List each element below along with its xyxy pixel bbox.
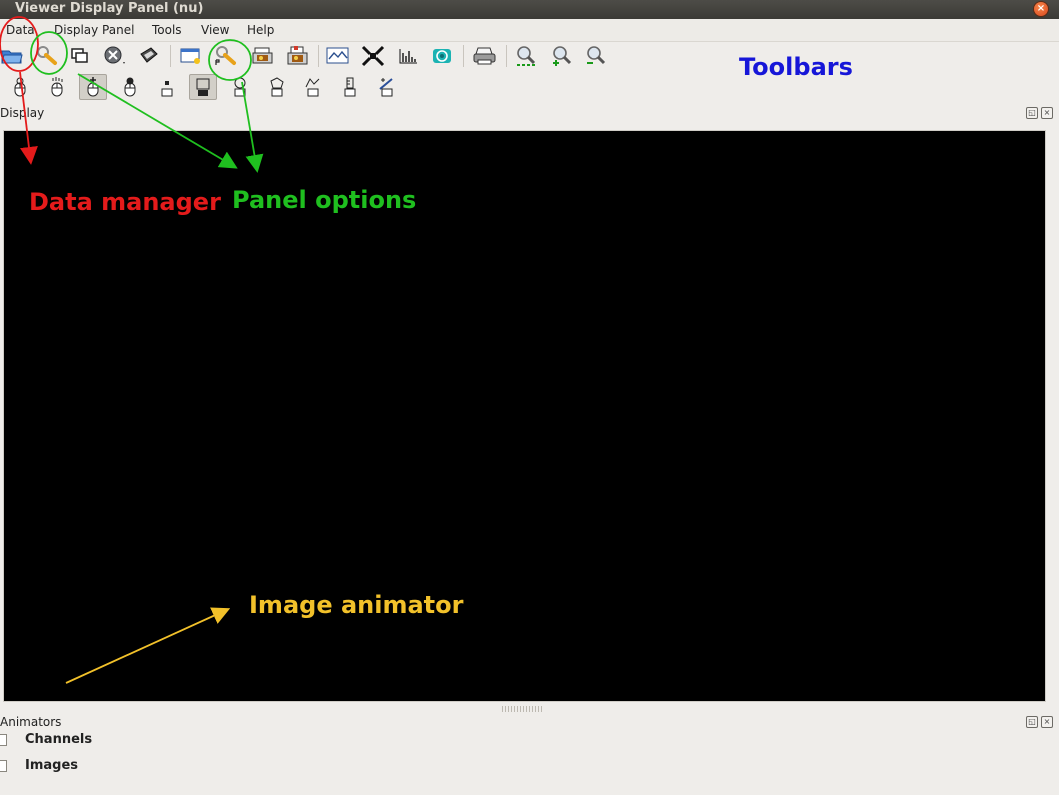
animators-dock-label: Animators bbox=[0, 715, 62, 729]
animators-dock-buttons: ◱ × bbox=[1026, 716, 1053, 728]
animators-dock-title: Animators ◱ × bbox=[0, 713, 1059, 731]
float-dock-icon[interactable]: ◱ bbox=[1026, 716, 1038, 728]
data-options-button[interactable] bbox=[33, 43, 61, 69]
save-button[interactable] bbox=[135, 43, 163, 69]
menu-bar: Data Display Panel Tools View Help bbox=[0, 19, 1059, 42]
mouse-ellipse-icon bbox=[234, 77, 246, 97]
print-button[interactable] bbox=[471, 43, 499, 69]
mouse-zoom-icon bbox=[14, 77, 26, 97]
open-data-manager-button[interactable] bbox=[0, 43, 26, 69]
menu-tools[interactable]: Tools bbox=[152, 23, 182, 37]
zoom-fit-icon bbox=[517, 46, 537, 66]
annotation-toolbars: Toolbars bbox=[739, 53, 853, 81]
new-panel-button[interactable] bbox=[66, 43, 94, 69]
tool-rectangle-button[interactable] bbox=[189, 74, 217, 100]
zoom-fit-button[interactable] bbox=[513, 43, 541, 69]
tool-positioner-button[interactable] bbox=[373, 74, 401, 100]
histogram-icon bbox=[399, 49, 417, 64]
tool-zoom-button[interactable] bbox=[6, 74, 34, 100]
images-checkbox[interactable] bbox=[0, 760, 7, 772]
toolbar-separator bbox=[463, 45, 464, 67]
channels-checkbox[interactable] bbox=[0, 734, 7, 746]
print-image-button[interactable] bbox=[249, 43, 277, 69]
tool-polygon-button[interactable] bbox=[263, 74, 291, 100]
close-icon: × bbox=[1036, 3, 1046, 14]
zoom-in-icon bbox=[553, 46, 572, 66]
annotation-image-animator: Image animator bbox=[249, 591, 464, 619]
image-export-icon bbox=[287, 46, 308, 65]
annotation-data-manager: Data manager bbox=[29, 188, 221, 216]
tool-pan-button[interactable] bbox=[43, 74, 71, 100]
mouse-rectangle-icon bbox=[196, 78, 210, 96]
tool-polyline-button[interactable] bbox=[299, 74, 327, 100]
target-button[interactable] bbox=[428, 43, 456, 69]
profile-button[interactable] bbox=[324, 43, 352, 69]
mouse-pan-icon bbox=[51, 77, 63, 97]
zoom-out-icon bbox=[587, 46, 606, 65]
mouse-contrast-icon bbox=[124, 77, 136, 97]
new-display-panel-button[interactable] bbox=[177, 43, 205, 69]
save-icon bbox=[140, 47, 158, 63]
menu-data[interactable]: Data bbox=[6, 23, 35, 37]
mouse-tools-toolbar bbox=[0, 72, 1059, 106]
close-dock-icon[interactable]: × bbox=[1041, 716, 1053, 728]
close-circle-icon bbox=[104, 46, 125, 64]
mouse-point-icon bbox=[161, 81, 173, 97]
profile-icon bbox=[326, 47, 349, 64]
toolbar-separator bbox=[506, 45, 507, 67]
close-data-button[interactable] bbox=[101, 43, 129, 69]
dock-splitter-handle[interactable] bbox=[502, 706, 542, 712]
panel-options-button[interactable] bbox=[212, 43, 240, 69]
menu-display-panel[interactable]: Display Panel bbox=[54, 23, 134, 37]
toolbar-separator bbox=[170, 45, 171, 67]
tool-contrast-button[interactable] bbox=[116, 74, 144, 100]
annotation-panel-options: Panel options bbox=[232, 186, 417, 214]
panel-options-icon bbox=[215, 46, 236, 65]
display-dock-buttons: ◱ × bbox=[1026, 107, 1053, 119]
window-title: Viewer Display Panel (nu) bbox=[15, 1, 204, 16]
mouse-polyline-icon bbox=[305, 78, 320, 97]
toolbar-separator bbox=[318, 45, 319, 67]
image-print-icon bbox=[252, 47, 273, 64]
close-dock-icon[interactable]: × bbox=[1041, 107, 1053, 119]
zoom-out-button[interactable] bbox=[582, 43, 610, 69]
tool-ellipse-button[interactable] bbox=[226, 74, 254, 100]
display-dock-label: Display bbox=[0, 106, 45, 120]
target-icon bbox=[433, 49, 451, 63]
panel-add-icon bbox=[180, 48, 200, 64]
mouse-polygon-icon bbox=[270, 77, 284, 97]
printer-icon bbox=[473, 47, 496, 65]
menu-help[interactable]: Help bbox=[247, 23, 274, 37]
mouse-crosshair-icon bbox=[87, 77, 99, 97]
mouse-positioner-icon bbox=[379, 78, 393, 97]
shrink-button[interactable] bbox=[359, 43, 387, 69]
menu-view[interactable]: View bbox=[201, 23, 229, 37]
mouse-ruler-icon bbox=[344, 77, 356, 97]
float-dock-icon[interactable]: ◱ bbox=[1026, 107, 1038, 119]
tool-ruler-button[interactable] bbox=[336, 74, 364, 100]
zoom-in-button[interactable] bbox=[548, 43, 576, 69]
wrench-icon bbox=[37, 46, 57, 65]
close-window-button[interactable]: × bbox=[1034, 2, 1048, 16]
folder-open-icon bbox=[1, 50, 23, 64]
export-image-button[interactable] bbox=[284, 43, 312, 69]
histogram-button[interactable] bbox=[394, 43, 422, 69]
display-dock-title: Display ◱ × bbox=[0, 104, 1059, 122]
main-toolbar bbox=[0, 41, 1059, 75]
images-label: Images bbox=[25, 758, 79, 773]
shrink-icon bbox=[361, 45, 385, 67]
new-window-icon bbox=[71, 48, 88, 63]
title-bar: Viewer Display Panel (nu) × bbox=[0, 0, 1059, 19]
channels-label: Channels bbox=[25, 732, 93, 747]
tool-crosshair-button[interactable] bbox=[79, 74, 107, 100]
tool-point-button[interactable] bbox=[153, 74, 181, 100]
